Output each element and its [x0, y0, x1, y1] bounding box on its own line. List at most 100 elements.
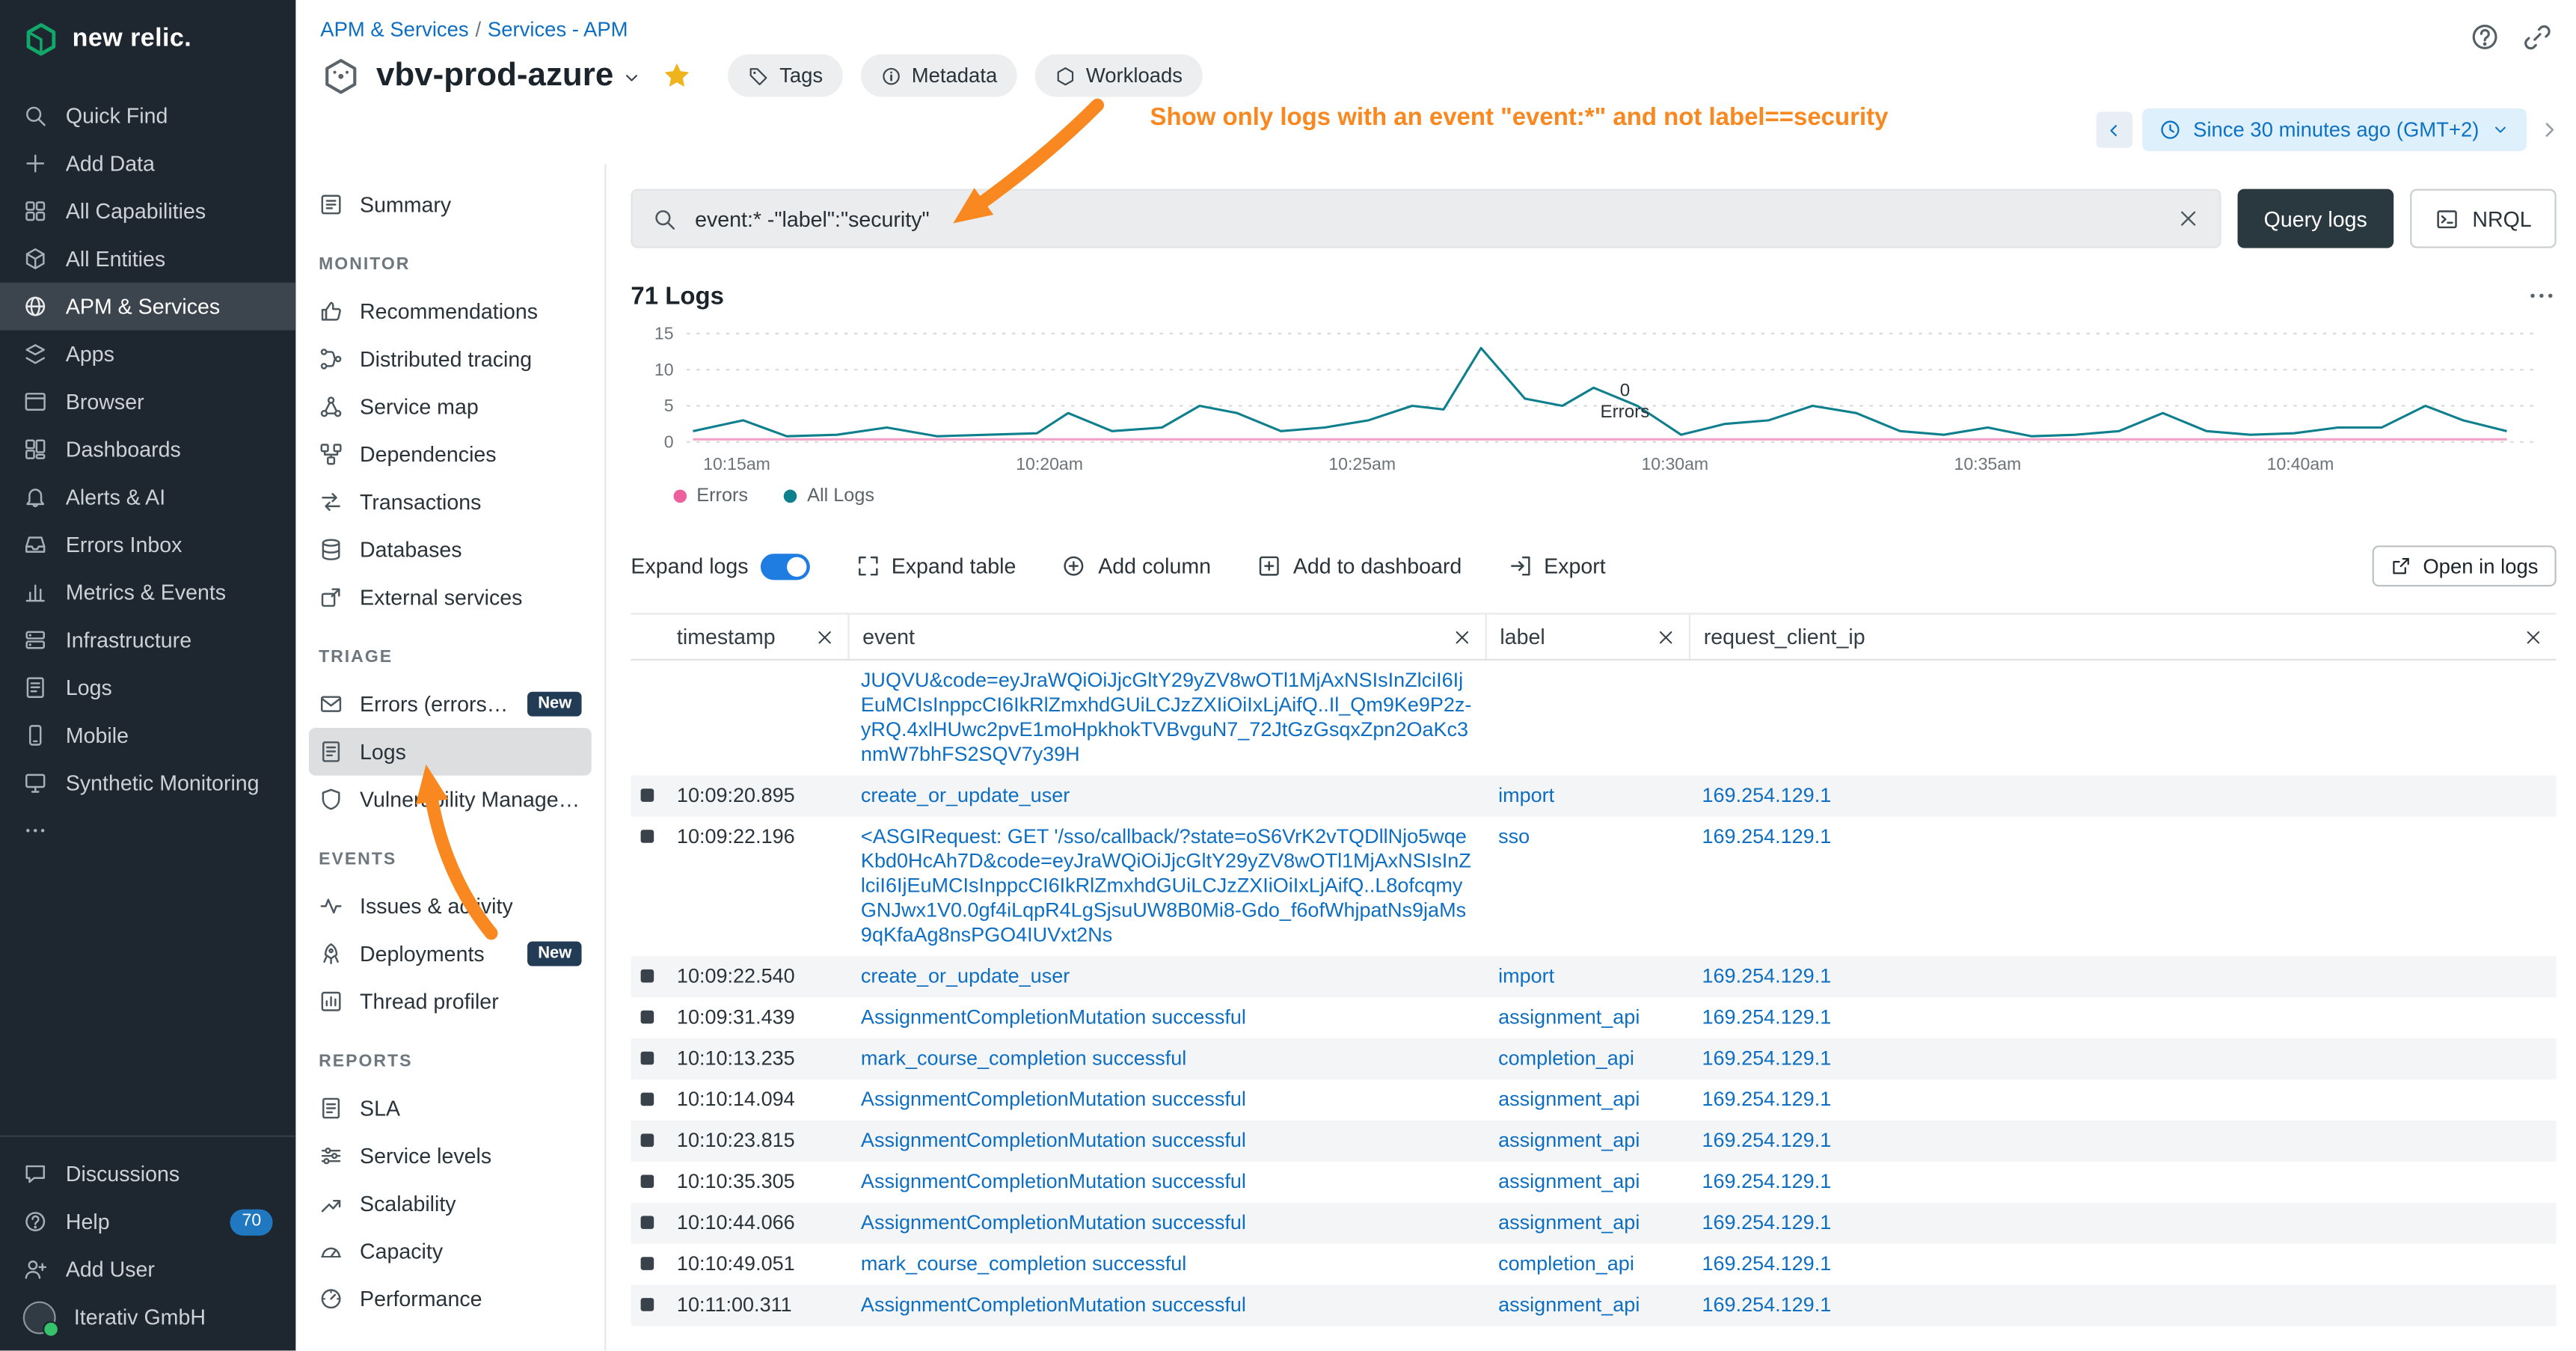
subnav-item-distributed-tracing[interactable]: Distributed tracing — [309, 335, 592, 383]
subnav-item-logs[interactable]: Logs — [309, 728, 592, 776]
column-header-label[interactable]: label — [1485, 614, 1689, 658]
breadcrumb-apm-services[interactable]: APM & Services — [320, 18, 468, 41]
export-button[interactable]: Export — [1508, 554, 1606, 578]
sidebar-item-all-entities[interactable]: All Entities — [0, 235, 295, 283]
subnav-item-external-services[interactable]: External services — [309, 574, 592, 622]
sidebar-item-dashboards[interactable]: Dashboards — [0, 426, 295, 474]
subnav-item-summary[interactable]: Summary — [309, 181, 592, 229]
sidebar-item-quick-find[interactable]: Quick Find — [0, 92, 295, 140]
log-row[interactable]: 10:10:23.815AssignmentCompletionMutation… — [631, 1121, 2556, 1162]
subnav-item-thread-profiler[interactable]: Thread profiler — [309, 978, 592, 1026]
log-label-link[interactable]: assignment_api — [1485, 1129, 1689, 1154]
subnav-item-dependencies[interactable]: Dependencies — [309, 430, 592, 478]
subnav-item-transactions[interactable]: Transactions — [309, 478, 592, 526]
log-event-link[interactable]: AssignmentCompletionMutation successful — [847, 1129, 1485, 1154]
subnav-item-databases[interactable]: Databases — [309, 526, 592, 574]
log-event-link[interactable]: mark_course_completion successful — [847, 1047, 1485, 1071]
log-label-link[interactable]: assignment_api — [1485, 1088, 1689, 1112]
favorite-star-icon[interactable] — [663, 61, 693, 91]
subnav-item-performance[interactable]: Performance — [309, 1275, 592, 1323]
subnav-item-vulnerability-management[interactable]: Vulnerability Management — [309, 776, 592, 824]
log-label-link[interactable]: assignment_api — [1485, 1170, 1689, 1195]
log-row[interactable]: 10:10:13.235mark_course_completion succe… — [631, 1038, 2556, 1079]
permalink-icon[interactable] — [2522, 22, 2554, 53]
log-event-link[interactable]: create_or_update_user — [847, 964, 1485, 989]
log-event-link[interactable]: AssignmentCompletionMutation successful — [847, 1293, 1485, 1318]
log-label-link[interactable] — [1485, 669, 1689, 768]
log-row[interactable]: 10:10:49.051mark_course_completion succe… — [631, 1244, 2556, 1285]
subnav-item-issues-activity[interactable]: Issues & activity — [309, 882, 592, 930]
sidebar-item-logs[interactable]: Logs — [0, 664, 295, 711]
subnav-item-sla[interactable]: SLA — [309, 1085, 592, 1133]
breadcrumb-services-apm[interactable]: Services - APM — [488, 18, 628, 41]
log-event-link[interactable]: AssignmentCompletionMutation successful — [847, 1005, 1485, 1030]
log-event-link[interactable]: AssignmentCompletionMutation successful — [847, 1211, 1485, 1236]
sidebar-item-apm-services[interactable]: APM & Services — [0, 283, 295, 331]
expand-table-button[interactable]: Expand table — [855, 554, 1016, 578]
add-column-button[interactable]: Add column — [1062, 554, 1211, 578]
sidebar-item-metrics-events[interactable]: Metrics & Events — [0, 569, 295, 616]
query-logs-button[interactable]: Query logs — [2238, 189, 2393, 248]
log-event-link[interactable]: <ASGIRequest: GET '/sso/callback/?state=… — [847, 825, 1485, 949]
column-header-request-client-ip[interactable]: request_client_ip — [1689, 614, 2557, 658]
subnav-item-capacity[interactable]: Capacity — [309, 1228, 592, 1275]
time-picker[interactable]: Since 30 minutes ago (GMT+2) — [2142, 108, 2527, 151]
log-ip-link[interactable]: 169.254.129.1 — [1689, 1047, 2557, 1071]
help-icon[interactable] — [2469, 22, 2500, 53]
legend-item-errors[interactable]: Errors — [674, 486, 749, 506]
log-event-link[interactable]: JUQVU&code=eyJraWQiOiJjcGltY29yZV8wOTl1M… — [847, 669, 1485, 768]
log-ip-link[interactable]: 169.254.129.1 — [1689, 825, 2557, 949]
sidebar-item-iterativ-gmbh[interactable]: Iterativ GmbH — [0, 1293, 295, 1341]
log-row[interactable]: 10:09:22.196<ASGIRequest: GET '/sso/call… — [631, 817, 2556, 957]
subnav-item-errors-errors-inb[interactable]: Errors (errors inb...New — [309, 680, 592, 728]
log-label-link[interactable]: assignment_api — [1485, 1005, 1689, 1030]
subnav-item-scalability[interactable]: Scalability — [309, 1180, 592, 1228]
clear-query-icon[interactable] — [2177, 207, 2200, 230]
sidebar-item-apps[interactable]: Apps — [0, 330, 295, 378]
time-forward-button[interactable] — [2536, 117, 2563, 143]
subnav-item-recommendations[interactable]: Recommendations — [309, 287, 592, 335]
column-header-timestamp[interactable]: timestamp — [663, 614, 847, 658]
log-row[interactable]: 10:10:35.305AssignmentCompletionMutation… — [631, 1162, 2556, 1203]
sidebar-item-all-capabilities[interactable]: All Capabilities — [0, 187, 295, 235]
log-row[interactable]: 10:09:22.540create_or_update_userimport1… — [631, 956, 2556, 997]
new-relic-logo[interactable]: new relic. — [0, 0, 295, 76]
log-label-link[interactable]: import — [1485, 784, 1689, 809]
sidebar-item-alerts-ai[interactable]: Alerts & AI — [0, 474, 295, 521]
open-in-logs-button[interactable]: Open in logs — [2372, 545, 2556, 586]
sidebar-item-help[interactable]: Help70 — [0, 1198, 295, 1246]
sidebar-item-mobile[interactable]: Mobile — [0, 711, 295, 759]
sidebar-item-add-user[interactable]: Add User — [0, 1246, 295, 1293]
log-row[interactable]: 10:10:14.094AssignmentCompletionMutation… — [631, 1079, 2556, 1121]
log-event-link[interactable]: AssignmentCompletionMutation successful — [847, 1088, 1485, 1112]
log-ip-link[interactable]: 169.254.129.1 — [1689, 1129, 2557, 1154]
subnav-item-service-levels[interactable]: Service levels — [309, 1132, 592, 1180]
log-label-link[interactable]: completion_api — [1485, 1252, 1689, 1277]
page-title[interactable]: vbv-prod-azure — [376, 57, 613, 95]
sidebar-item-synthetic-monitoring[interactable]: Synthetic Monitoring — [0, 759, 295, 807]
log-ip-link[interactable] — [1689, 669, 2557, 768]
query-input[interactable] — [692, 204, 2162, 232]
log-label-link[interactable]: assignment_api — [1485, 1211, 1689, 1236]
subnav-item-deployments[interactable]: DeploymentsNew — [309, 930, 592, 978]
log-row[interactable]: 10:11:00.311AssignmentCompletionMutation… — [631, 1285, 2556, 1326]
log-event-link[interactable]: AssignmentCompletionMutation successful — [847, 1170, 1485, 1195]
log-ip-link[interactable]: 169.254.129.1 — [1689, 1211, 2557, 1236]
expand-logs-toggle[interactable] — [760, 553, 809, 579]
log-label-link[interactable]: import — [1485, 964, 1689, 989]
log-row[interactable]: JUQVU&code=eyJraWQiOiJjcGltY29yZV8wOTl1M… — [631, 661, 2556, 776]
nrql-button[interactable]: NRQL — [2410, 189, 2557, 248]
sidebar-item-errors-inbox[interactable]: Errors Inbox — [0, 521, 295, 569]
log-row[interactable]: 10:09:20.895create_or_update_userimport1… — [631, 776, 2556, 817]
log-row[interactable]: 10:09:31.439AssignmentCompletionMutation… — [631, 997, 2556, 1038]
log-ip-link[interactable]: 169.254.129.1 — [1689, 784, 2557, 809]
log-ip-link[interactable]: 169.254.129.1 — [1689, 1005, 2557, 1030]
column-header-event[interactable]: event — [847, 614, 1485, 658]
time-back-button[interactable] — [2097, 111, 2132, 147]
entity-dropdown-chevron-icon[interactable] — [622, 67, 643, 89]
sidebar-item-more[interactable] — [0, 806, 295, 854]
log-label-link[interactable]: completion_api — [1485, 1047, 1689, 1071]
log-ip-link[interactable]: 169.254.129.1 — [1689, 1293, 2557, 1318]
sidebar-item-browser[interactable]: Browser — [0, 378, 295, 426]
log-label-link[interactable]: assignment_api — [1485, 1293, 1689, 1318]
